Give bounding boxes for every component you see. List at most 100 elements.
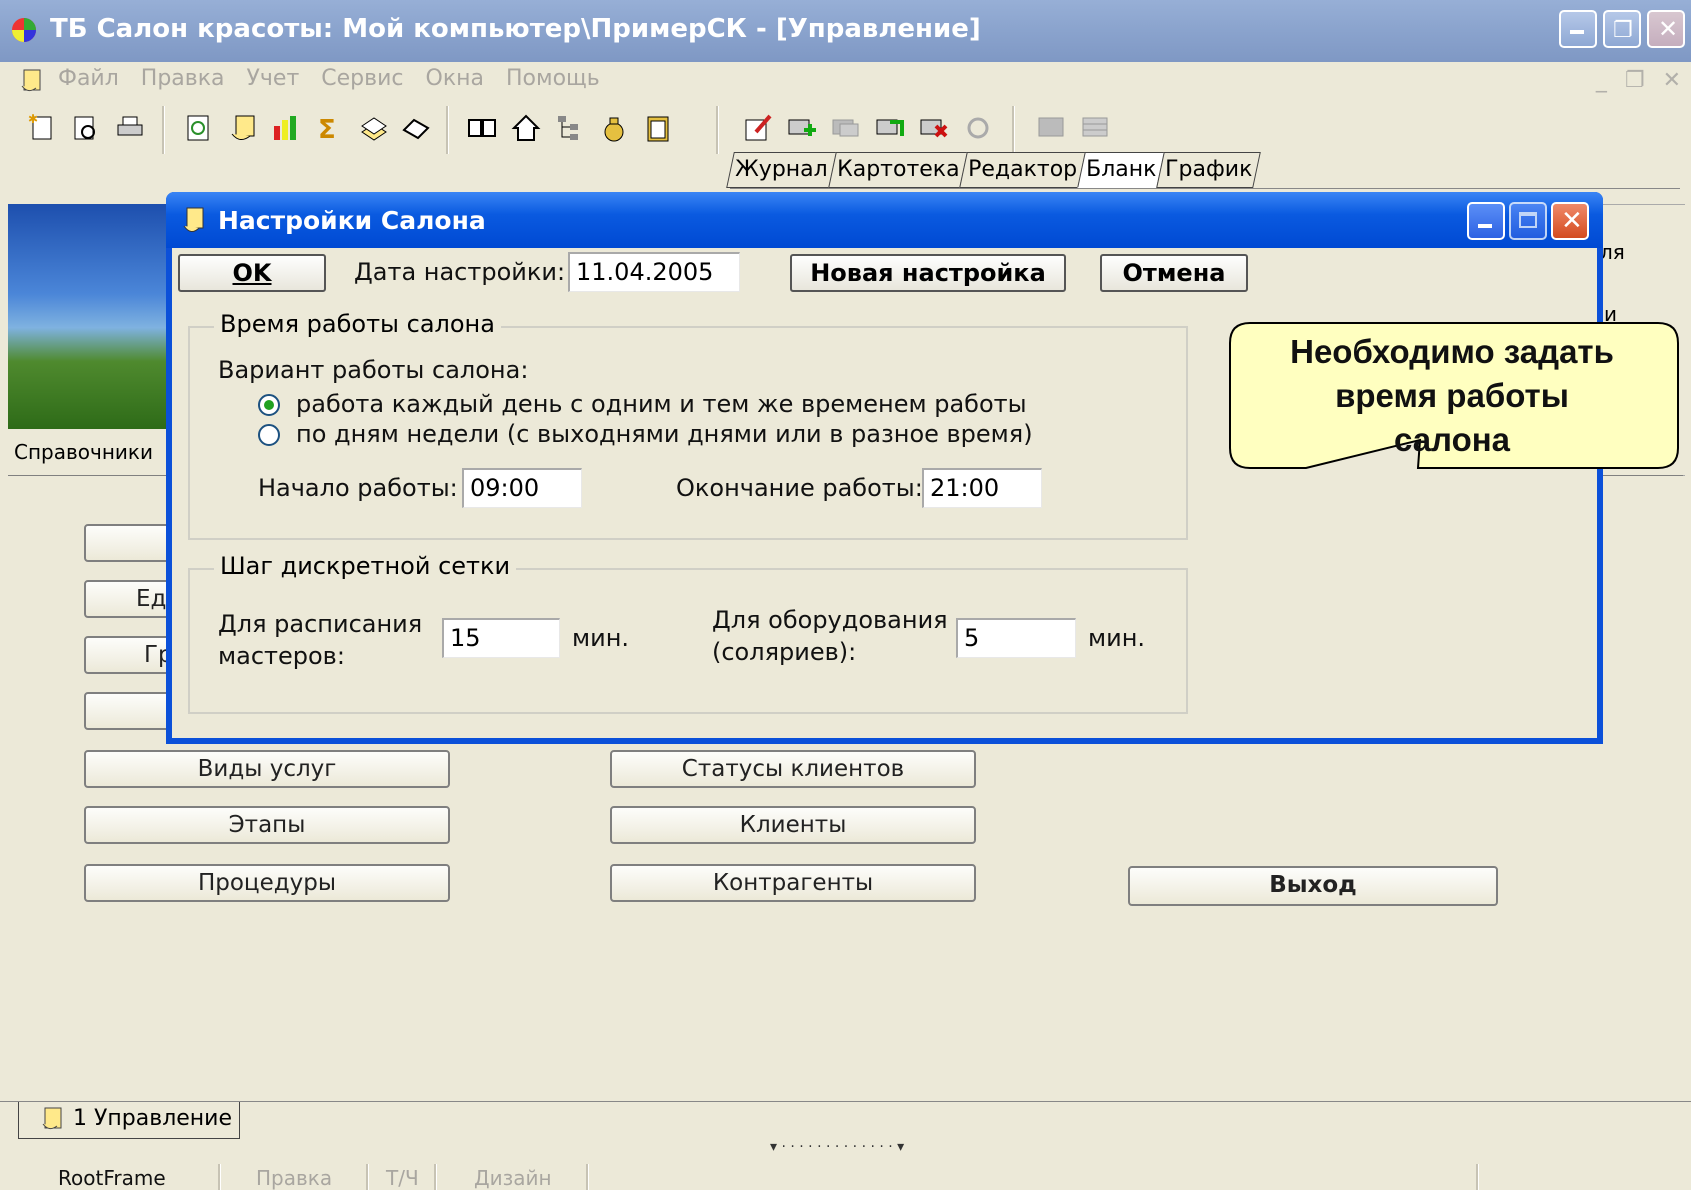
tab-journal[interactable]: Журнал	[726, 152, 837, 188]
record-list-icon[interactable]	[1036, 112, 1068, 144]
variant-label: Вариант работы салона:	[218, 356, 529, 384]
svg-text:✱: ✱	[28, 112, 38, 126]
masters-label-2: мастеров:	[218, 642, 345, 670]
tab-card-index[interactable]: Картотека	[827, 152, 968, 188]
copy-record-icon[interactable]	[830, 112, 862, 144]
dialog-body: OK Дата настройки: 11.04.2005 Новая наст…	[172, 248, 1597, 738]
radio-same-time[interactable]	[258, 394, 280, 416]
sum-icon[interactable]: Σ	[314, 112, 346, 144]
money-bag-icon[interactable]	[598, 112, 630, 144]
end-time-field[interactable]: 21:00	[922, 468, 1042, 508]
ok-button[interactable]: OK	[178, 254, 326, 292]
main-window: ТБ Салон красоты: Мой компьютер\ПримерСК…	[0, 0, 1691, 1190]
document-icon	[21, 69, 41, 92]
right-text-fragment: ля	[1600, 240, 1625, 264]
section-label: Справочники	[14, 440, 153, 464]
salon-settings-dialog: Настройки Салона ✕ OK Дата настройки: 11…	[166, 192, 1603, 744]
option-by-day-label: по дням недели (с выходнями днями или в …	[296, 420, 1033, 448]
delete-record-icon[interactable]	[918, 112, 950, 144]
equipment-unit: мин.	[1088, 624, 1146, 652]
status-bar: RootFrame Правка Т/Ч Дизайн	[0, 1164, 1691, 1190]
mdi-close-icon[interactable]: ✕	[1663, 68, 1681, 93]
start-time-label: Начало работы:	[258, 474, 458, 502]
menu-windows[interactable]: Окна	[426, 66, 484, 91]
callout-text: Необходимо задать время работы салона	[1290, 333, 1614, 458]
edit-record-icon[interactable]	[742, 112, 774, 144]
window-title: ТБ Салон красоты: Мой компьютер\ПримерСК…	[50, 14, 981, 44]
new-document-icon[interactable]: ✱	[26, 112, 58, 144]
end-time-label: Окончание работы:	[676, 474, 923, 502]
sync-icon[interactable]	[962, 112, 994, 144]
menu-bar: Файл Правка Учет Сервис Окна Помощь _ ❐ …	[0, 62, 1691, 100]
status-design: Дизайн	[474, 1166, 552, 1190]
stack-icon[interactable]	[358, 112, 390, 144]
procedures-button[interactable]: Процедуры	[84, 864, 450, 902]
view-tabs: Журнал Картотека Редактор Бланк График	[726, 152, 1262, 188]
dialog-minimize-button[interactable]	[1467, 202, 1505, 240]
option-same-time-label: работа каждый день с одним и тем же врем…	[296, 390, 1027, 418]
book-icon[interactable]	[466, 112, 498, 144]
grid-step-legend: Шаг дискретной сетки	[214, 552, 517, 580]
minimize-button[interactable]	[1559, 10, 1597, 48]
status-tch: Т/Ч	[386, 1166, 419, 1190]
tab-form[interactable]: Бланк	[1077, 152, 1166, 188]
equipment-label-2: (соляриев):	[712, 638, 857, 666]
clipboard-icon[interactable]	[642, 112, 674, 144]
masters-label: Для расписания	[218, 610, 423, 638]
menu-service[interactable]: Сервис	[321, 66, 403, 91]
landscape-image	[8, 204, 178, 429]
menu-edit[interactable]: Правка	[141, 66, 225, 91]
scroll-doc-icon[interactable]	[228, 112, 260, 144]
exit-button[interactable]: Выход	[1128, 866, 1498, 906]
menu-file[interactable]: Файл	[58, 66, 119, 91]
tab-editor[interactable]: Редактор	[959, 152, 1086, 188]
document-icon	[42, 1107, 62, 1130]
status-edit: Правка	[256, 1166, 333, 1190]
restore-button[interactable]: ❐	[1603, 10, 1641, 48]
client-statuses-button[interactable]: Статусы клиентов	[610, 750, 976, 788]
dialog-title-bar[interactable]: Настройки Салона ✕	[166, 192, 1603, 248]
toolbar: ✱ Σ Журнал Картотека Редактор Бланк Граф	[0, 100, 1691, 204]
masters-step-field[interactable]: 15	[442, 618, 560, 658]
home-icon[interactable]	[510, 112, 542, 144]
title-bar[interactable]: ТБ Салон красоты: Мой компьютер\ПримерСК…	[0, 0, 1691, 62]
refresh-doc-icon[interactable]	[182, 112, 214, 144]
new-setting-button[interactable]: Новая настройка	[790, 254, 1066, 292]
menu-accounting[interactable]: Учет	[247, 66, 300, 91]
close-button[interactable]: ✕	[1647, 10, 1685, 48]
printer-icon[interactable]	[114, 112, 146, 144]
document-icon	[183, 207, 204, 232]
date-label: Дата настройки:	[354, 258, 566, 286]
add-record-icon[interactable]	[786, 112, 818, 144]
cancel-button[interactable]: Отмена	[1100, 254, 1248, 292]
start-time-field[interactable]: 09:00	[462, 468, 582, 508]
date-field[interactable]: 11.04.2005	[568, 252, 740, 292]
equipment-label: Для оборудования	[712, 606, 948, 634]
stages-button[interactable]: Этапы	[84, 806, 450, 844]
work-time-legend: Время работы салона	[214, 310, 501, 338]
tree-icon[interactable]	[554, 112, 586, 144]
eraser-icon[interactable]	[400, 112, 432, 144]
insert-record-icon[interactable]	[874, 112, 906, 144]
service-types-button[interactable]: Виды услуг	[84, 750, 450, 788]
svg-text:Σ: Σ	[318, 115, 336, 144]
counterparties-button[interactable]: Контрагенты	[610, 864, 976, 902]
horizontal-scrollbar[interactable]: ▾ · · · · · · · · · · · · · ▾	[0, 1139, 1691, 1163]
color-wheel-icon	[12, 18, 36, 42]
clients-button[interactable]: Клиенты	[610, 806, 976, 844]
right-text-fragment: и	[1604, 302, 1617, 326]
masters-unit: мин.	[572, 624, 630, 652]
tab-management[interactable]: 1 Управление	[18, 1102, 240, 1139]
equipment-step-field[interactable]: 5	[956, 618, 1076, 658]
dialog-maximize-button[interactable]	[1509, 202, 1547, 240]
menu-help[interactable]: Помощь	[506, 66, 600, 91]
radio-by-day[interactable]	[258, 424, 280, 446]
tab-schedule[interactable]: График	[1156, 152, 1262, 188]
status-root-frame: RootFrame	[58, 1166, 166, 1190]
record-grid-icon[interactable]	[1080, 112, 1112, 144]
print-preview-icon[interactable]	[70, 112, 102, 144]
dialog-close-button[interactable]: ✕	[1551, 202, 1589, 240]
mdi-restore-icon[interactable]: ❐	[1625, 68, 1645, 93]
mdi-minimize-icon[interactable]: _	[1596, 68, 1607, 93]
bar-chart-icon[interactable]	[270, 112, 302, 144]
